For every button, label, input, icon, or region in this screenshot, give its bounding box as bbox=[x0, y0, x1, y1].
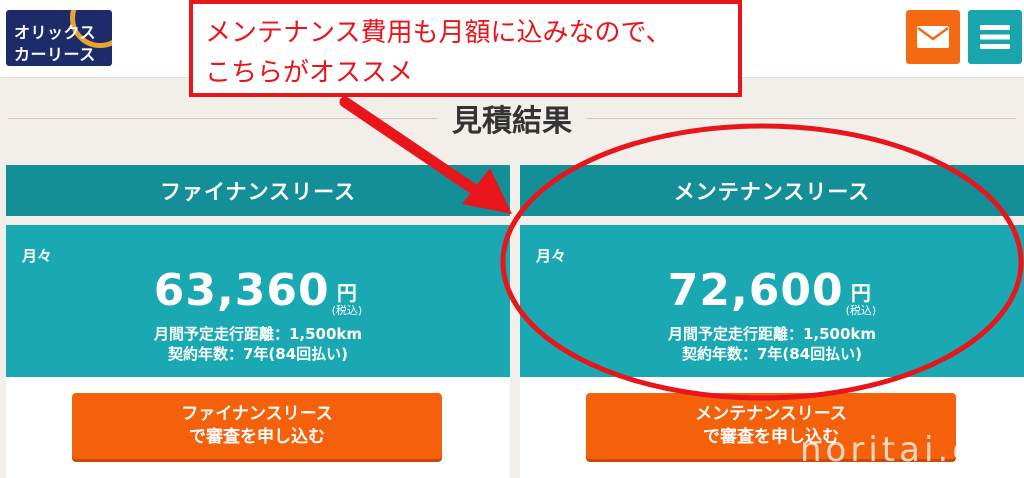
card-footer: ファイナンスリース で審査を申し込む bbox=[6, 377, 510, 478]
page-title: 見積結果 bbox=[438, 104, 586, 139]
plan-price-panel: 月々 72,600 円 (税込) 月間予定走行距離：1,500km 契約年数：7年(… bbox=[520, 225, 1024, 377]
button-label-line1: ファイナンスリース bbox=[181, 404, 333, 425]
annotation-text-line2: こちらがオススメ bbox=[205, 58, 414, 88]
annotation-callout: メンテナンス費用も月額に込みなので、 こちらがオススメ bbox=[189, 0, 742, 97]
contact-mail-button[interactable] bbox=[906, 10, 960, 64]
contract-term: 契約年数：7年(84回払い) bbox=[681, 345, 863, 363]
per-month-label: 月々 bbox=[536, 247, 567, 265]
logo-text-line2: カーリース bbox=[14, 45, 96, 64]
price-row: 72,600 円 (税込) bbox=[520, 265, 1024, 316]
tax-included-note: (税込) bbox=[331, 304, 363, 317]
hamburger-menu-icon bbox=[980, 25, 1010, 49]
orix-car-lease-logo[interactable]: オリックス カーリース bbox=[6, 10, 112, 66]
estimate-result-heading: 見積結果 bbox=[0, 96, 1024, 140]
contract-term: 契約年数：7年(84回払い) bbox=[167, 345, 349, 363]
apply-finance-lease-button[interactable]: ファイナンスリース で審査を申し込む bbox=[72, 393, 442, 459]
annotation-text-line1: メンテナンス費用も月額に込みなので、 bbox=[205, 18, 672, 48]
site-watermark: noritai.c bbox=[800, 430, 975, 470]
per-month-label: 月々 bbox=[22, 247, 53, 265]
yen-unit: 円 bbox=[850, 281, 871, 305]
yen-unit: 円 bbox=[336, 281, 357, 305]
monthly-mileage: 月間予定走行距離：1,500km bbox=[153, 325, 363, 343]
finance-lease-card: ファイナンスリース 月々 63,360 円 (税込) 月間予定走行距離：1,500k… bbox=[6, 165, 510, 478]
plan-name: メンテナンスリース bbox=[520, 165, 1024, 216]
plan-name: ファイナンスリース bbox=[6, 165, 510, 216]
monthly-price: 63,360 bbox=[153, 265, 330, 316]
monthly-mileage: 月間予定走行距離：1,500km bbox=[667, 325, 877, 343]
button-label-line1: メンテナンスリース bbox=[695, 404, 847, 425]
logo-text-line1: オリックス bbox=[14, 23, 97, 42]
hamburger-menu-button[interactable] bbox=[968, 10, 1022, 64]
button-label-line2: で審査を申し込む bbox=[189, 427, 325, 447]
monthly-price: 72,600 bbox=[667, 265, 844, 316]
envelope-icon bbox=[917, 26, 949, 48]
plan-price-panel: 月々 63,360 円 (税込) 月間予定走行距離：1,500km 契約年数：7年(… bbox=[6, 225, 510, 377]
price-row: 63,360 円 (税込) bbox=[6, 265, 510, 316]
tax-included-note: (税込) bbox=[845, 304, 877, 317]
